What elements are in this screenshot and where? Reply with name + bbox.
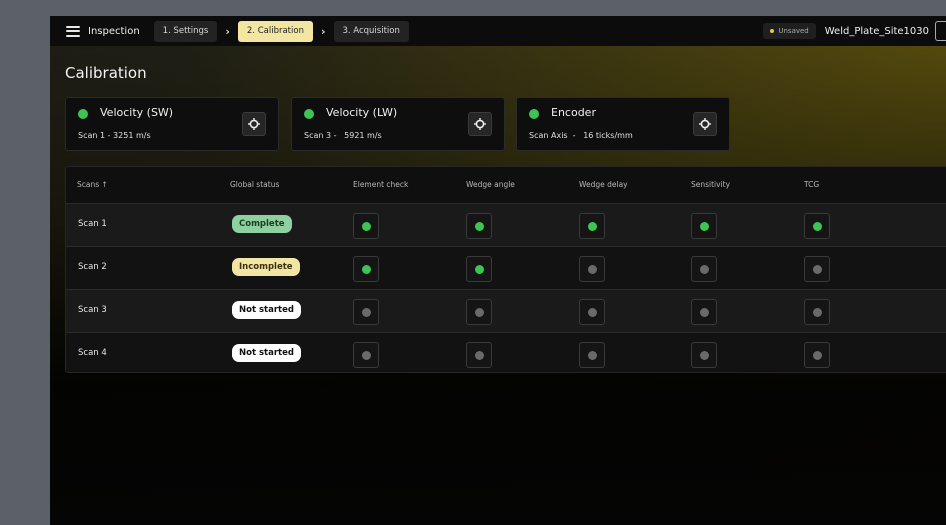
column-header-global-status: Global status (230, 180, 280, 189)
column-header-scans[interactable]: Scans ↑ (77, 180, 108, 189)
card-title: Velocity (SW) (100, 106, 174, 119)
status-badge: Complete (232, 215, 292, 233)
status-led-off-icon (587, 264, 597, 274)
check-cell[interactable] (579, 213, 605, 239)
chevron-right-icon: › (225, 24, 230, 38)
unsaved-badge: Unsaved (763, 23, 816, 39)
check-cell[interactable] (804, 213, 830, 239)
status-led-off-icon (587, 307, 597, 317)
crosshair-icon (699, 118, 711, 130)
page-title: Calibration (65, 64, 147, 82)
check-cell[interactable] (353, 213, 379, 239)
check-cell[interactable] (804, 256, 830, 282)
column-header-tcg: TCG (804, 180, 820, 189)
table-body: Scan 1 Complete Scan 2 Incomplete Scan 3 Not … (66, 204, 946, 372)
check-cell[interactable] (353, 299, 379, 325)
status-led-off-icon (699, 350, 709, 360)
app-window: Inspection 1. Settings › 2. Calibration … (50, 16, 946, 525)
crosshair-icon (248, 118, 260, 130)
status-led-off-icon (361, 350, 371, 360)
calibration-table: Scans ↑ Global status Element check Wedg… (65, 166, 946, 373)
column-header-sensitivity: Sensitivity (691, 180, 731, 189)
check-cell[interactable] (466, 299, 492, 325)
step-calibration[interactable]: 2. Calibration (237, 20, 313, 42)
unsaved-dot-icon (770, 29, 775, 33)
step-settings[interactable]: 1. Settings (153, 20, 218, 42)
status-badge: Incomplete (232, 258, 300, 276)
status-led-on-icon (474, 264, 484, 274)
status-led-off-icon (587, 350, 597, 360)
status-led-on-icon (361, 264, 371, 274)
status-led-icon (304, 109, 314, 119)
table-header: Scans ↑ Global status Element check Wedg… (66, 167, 946, 204)
step-acquisition[interactable]: 3. Acquisition (333, 20, 409, 42)
scan-name: Scan 3 (78, 305, 107, 315)
status-led-on-icon (474, 221, 484, 231)
status-led-off-icon (699, 264, 709, 274)
status-led-icon (78, 109, 88, 119)
card-velocity-lw: Velocity (LW) Scan 3 - 5921 m/s (291, 97, 505, 151)
table-row[interactable]: Scan 2 Incomplete (66, 247, 946, 290)
column-header-element-check: Element check (353, 180, 409, 189)
status-badge: Not started (232, 344, 301, 362)
check-cell[interactable] (691, 299, 717, 325)
check-cell[interactable] (691, 256, 717, 282)
check-cell[interactable] (466, 256, 492, 282)
calibrate-button[interactable] (693, 112, 717, 136)
project-menu-button[interactable] (935, 21, 946, 41)
scan-name: Scan 2 (78, 262, 107, 272)
check-cell[interactable] (579, 342, 605, 368)
status-led-on-icon (699, 221, 709, 231)
status-led-off-icon (474, 350, 484, 360)
scan-name: Scan 4 (78, 348, 107, 358)
sort-arrow-icon: ↑ (101, 180, 108, 189)
project-name: Weld_Plate_Site1030 (824, 25, 929, 37)
unsaved-label: Unsaved (778, 27, 809, 35)
column-header-wedge-delay: Wedge delay (579, 180, 628, 189)
card-encoder: Encoder Scan Axis - 16 ticks/mm (516, 97, 730, 151)
status-led-off-icon (812, 350, 822, 360)
status-led-off-icon (361, 307, 371, 317)
check-cell[interactable] (579, 299, 605, 325)
card-detail: Scan 1 - 3251 m/s (78, 131, 151, 140)
status-led-icon (529, 109, 539, 119)
crosshair-icon (474, 118, 486, 130)
status-badge: Not started (232, 301, 301, 319)
calibrate-button[interactable] (242, 112, 266, 136)
status-led-on-icon (361, 221, 371, 231)
top-bar: Inspection 1. Settings › 2. Calibration … (50, 16, 946, 46)
check-cell[interactable] (353, 342, 379, 368)
card-velocity-sw: Velocity (SW) Scan 1 - 3251 m/s (65, 97, 279, 151)
status-led-off-icon (812, 307, 822, 317)
card-detail: Scan 3 - 5921 m/s (304, 131, 382, 140)
card-title: Encoder (551, 106, 596, 119)
status-led-off-icon (699, 307, 709, 317)
check-cell[interactable] (466, 342, 492, 368)
status-led-off-icon (474, 307, 484, 317)
card-title: Velocity (LW) (326, 106, 398, 119)
table-row[interactable]: Scan 4 Not started (66, 333, 946, 372)
check-cell[interactable] (804, 342, 830, 368)
table-row[interactable]: Scan 3 Not started (66, 290, 946, 333)
table-row[interactable]: Scan 1 Complete (66, 204, 946, 247)
card-detail: Scan Axis - 16 ticks/mm (529, 131, 633, 140)
check-cell[interactable] (804, 299, 830, 325)
check-cell[interactable] (691, 342, 717, 368)
chevron-right-icon: › (320, 24, 326, 38)
hamburger-menu-icon[interactable] (66, 25, 80, 37)
scan-name: Scan 1 (78, 219, 107, 229)
check-cell[interactable] (466, 213, 492, 239)
status-led-off-icon (812, 264, 822, 274)
check-cell[interactable] (353, 256, 379, 282)
status-led-on-icon (587, 221, 597, 231)
check-cell[interactable] (579, 256, 605, 282)
column-header-wedge-angle: Wedge angle (466, 180, 515, 189)
status-led-on-icon (812, 221, 822, 231)
calibrate-button[interactable] (468, 112, 492, 136)
check-cell[interactable] (691, 213, 717, 239)
app-name: Inspection (88, 25, 140, 37)
